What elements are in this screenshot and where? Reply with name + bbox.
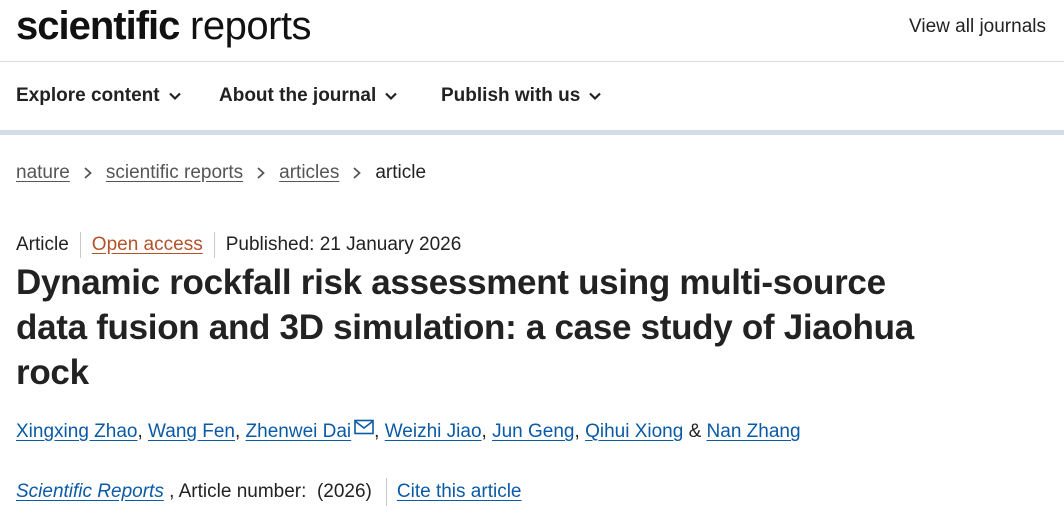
breadcrumb-nature[interactable]: nature: [16, 162, 70, 184]
citation-line: Scientific Reports , Article number: (20…: [16, 478, 522, 506]
published-date: Published: 21 January 2026: [225, 234, 462, 255]
author-separator: ,: [234, 421, 246, 442]
author-link[interactable]: Weizhi Jiao: [385, 421, 482, 443]
chevron-down-icon: [589, 92, 602, 101]
author-link[interactable]: Zhenwei Dai: [246, 421, 352, 443]
article-type: Article: [16, 234, 69, 255]
citation-divider: [385, 478, 387, 506]
nav-item-label: About the journal: [219, 85, 377, 106]
meta-divider: [213, 232, 215, 258]
chevron-right-icon: [353, 167, 362, 179]
author-link[interactable]: Jun Geng: [492, 421, 574, 443]
article-meta: Article Open access Published: 21 Januar…: [16, 232, 461, 258]
breadcrumb-scientific-reports[interactable]: scientific reports: [106, 162, 243, 184]
breadcrumb-current: article: [375, 162, 427, 183]
breadcrumb-articles[interactable]: articles: [279, 162, 339, 184]
article-number: , Article number: (2026): [163, 481, 372, 502]
author-final-separator: &: [683, 421, 707, 442]
journal-link[interactable]: Scientific Reports: [16, 481, 164, 503]
meta-divider: [79, 232, 81, 258]
nav-item-label: Explore content: [16, 85, 160, 106]
nav-item-label: Publish with us: [441, 85, 581, 106]
author-link[interactable]: Nan Zhang: [707, 421, 801, 443]
chevron-down-icon: [168, 92, 181, 101]
nav-publish-with-us[interactable]: Publish with us: [441, 85, 602, 107]
nav-explore-content[interactable]: Explore content: [16, 85, 182, 107]
logo-light-text: reports: [190, 4, 312, 48]
chevron-right-icon: [84, 167, 92, 179]
journal-logo[interactable]: scientific reports: [16, 2, 312, 50]
author-separator: ,: [137, 421, 149, 442]
top-bar: scientific reports View all journals: [0, 0, 1064, 62]
author-list: Xingxing Zhao, Wang Fen, Zhenwei Dai , W…: [16, 419, 801, 443]
article-title: Dynamic rockfall risk assessment using m…: [16, 263, 914, 392]
author-separator: ,: [374, 421, 385, 442]
view-all-journals-link[interactable]: View all journals: [909, 16, 1046, 38]
author-separator: ,: [574, 421, 586, 442]
nav-about-journal[interactable]: About the journal: [219, 85, 398, 107]
author-link[interactable]: Wang Fen: [148, 421, 235, 443]
mail-icon[interactable]: [354, 419, 374, 435]
chevron-right-icon: [257, 167, 265, 179]
chevron-down-icon: [385, 92, 398, 101]
main-nav: Explore content About the journal Publis…: [0, 62, 1064, 135]
breadcrumb: nature scientific reports articles artic…: [16, 162, 426, 184]
author-separator: ,: [481, 421, 493, 442]
cite-this-article-link[interactable]: Cite this article: [397, 481, 522, 503]
author-link[interactable]: Qihui Xiong: [585, 421, 683, 443]
open-access-link[interactable]: Open access: [92, 234, 203, 256]
logo-bold-text: scientific: [16, 4, 180, 48]
author-link[interactable]: Xingxing Zhao: [16, 421, 137, 443]
